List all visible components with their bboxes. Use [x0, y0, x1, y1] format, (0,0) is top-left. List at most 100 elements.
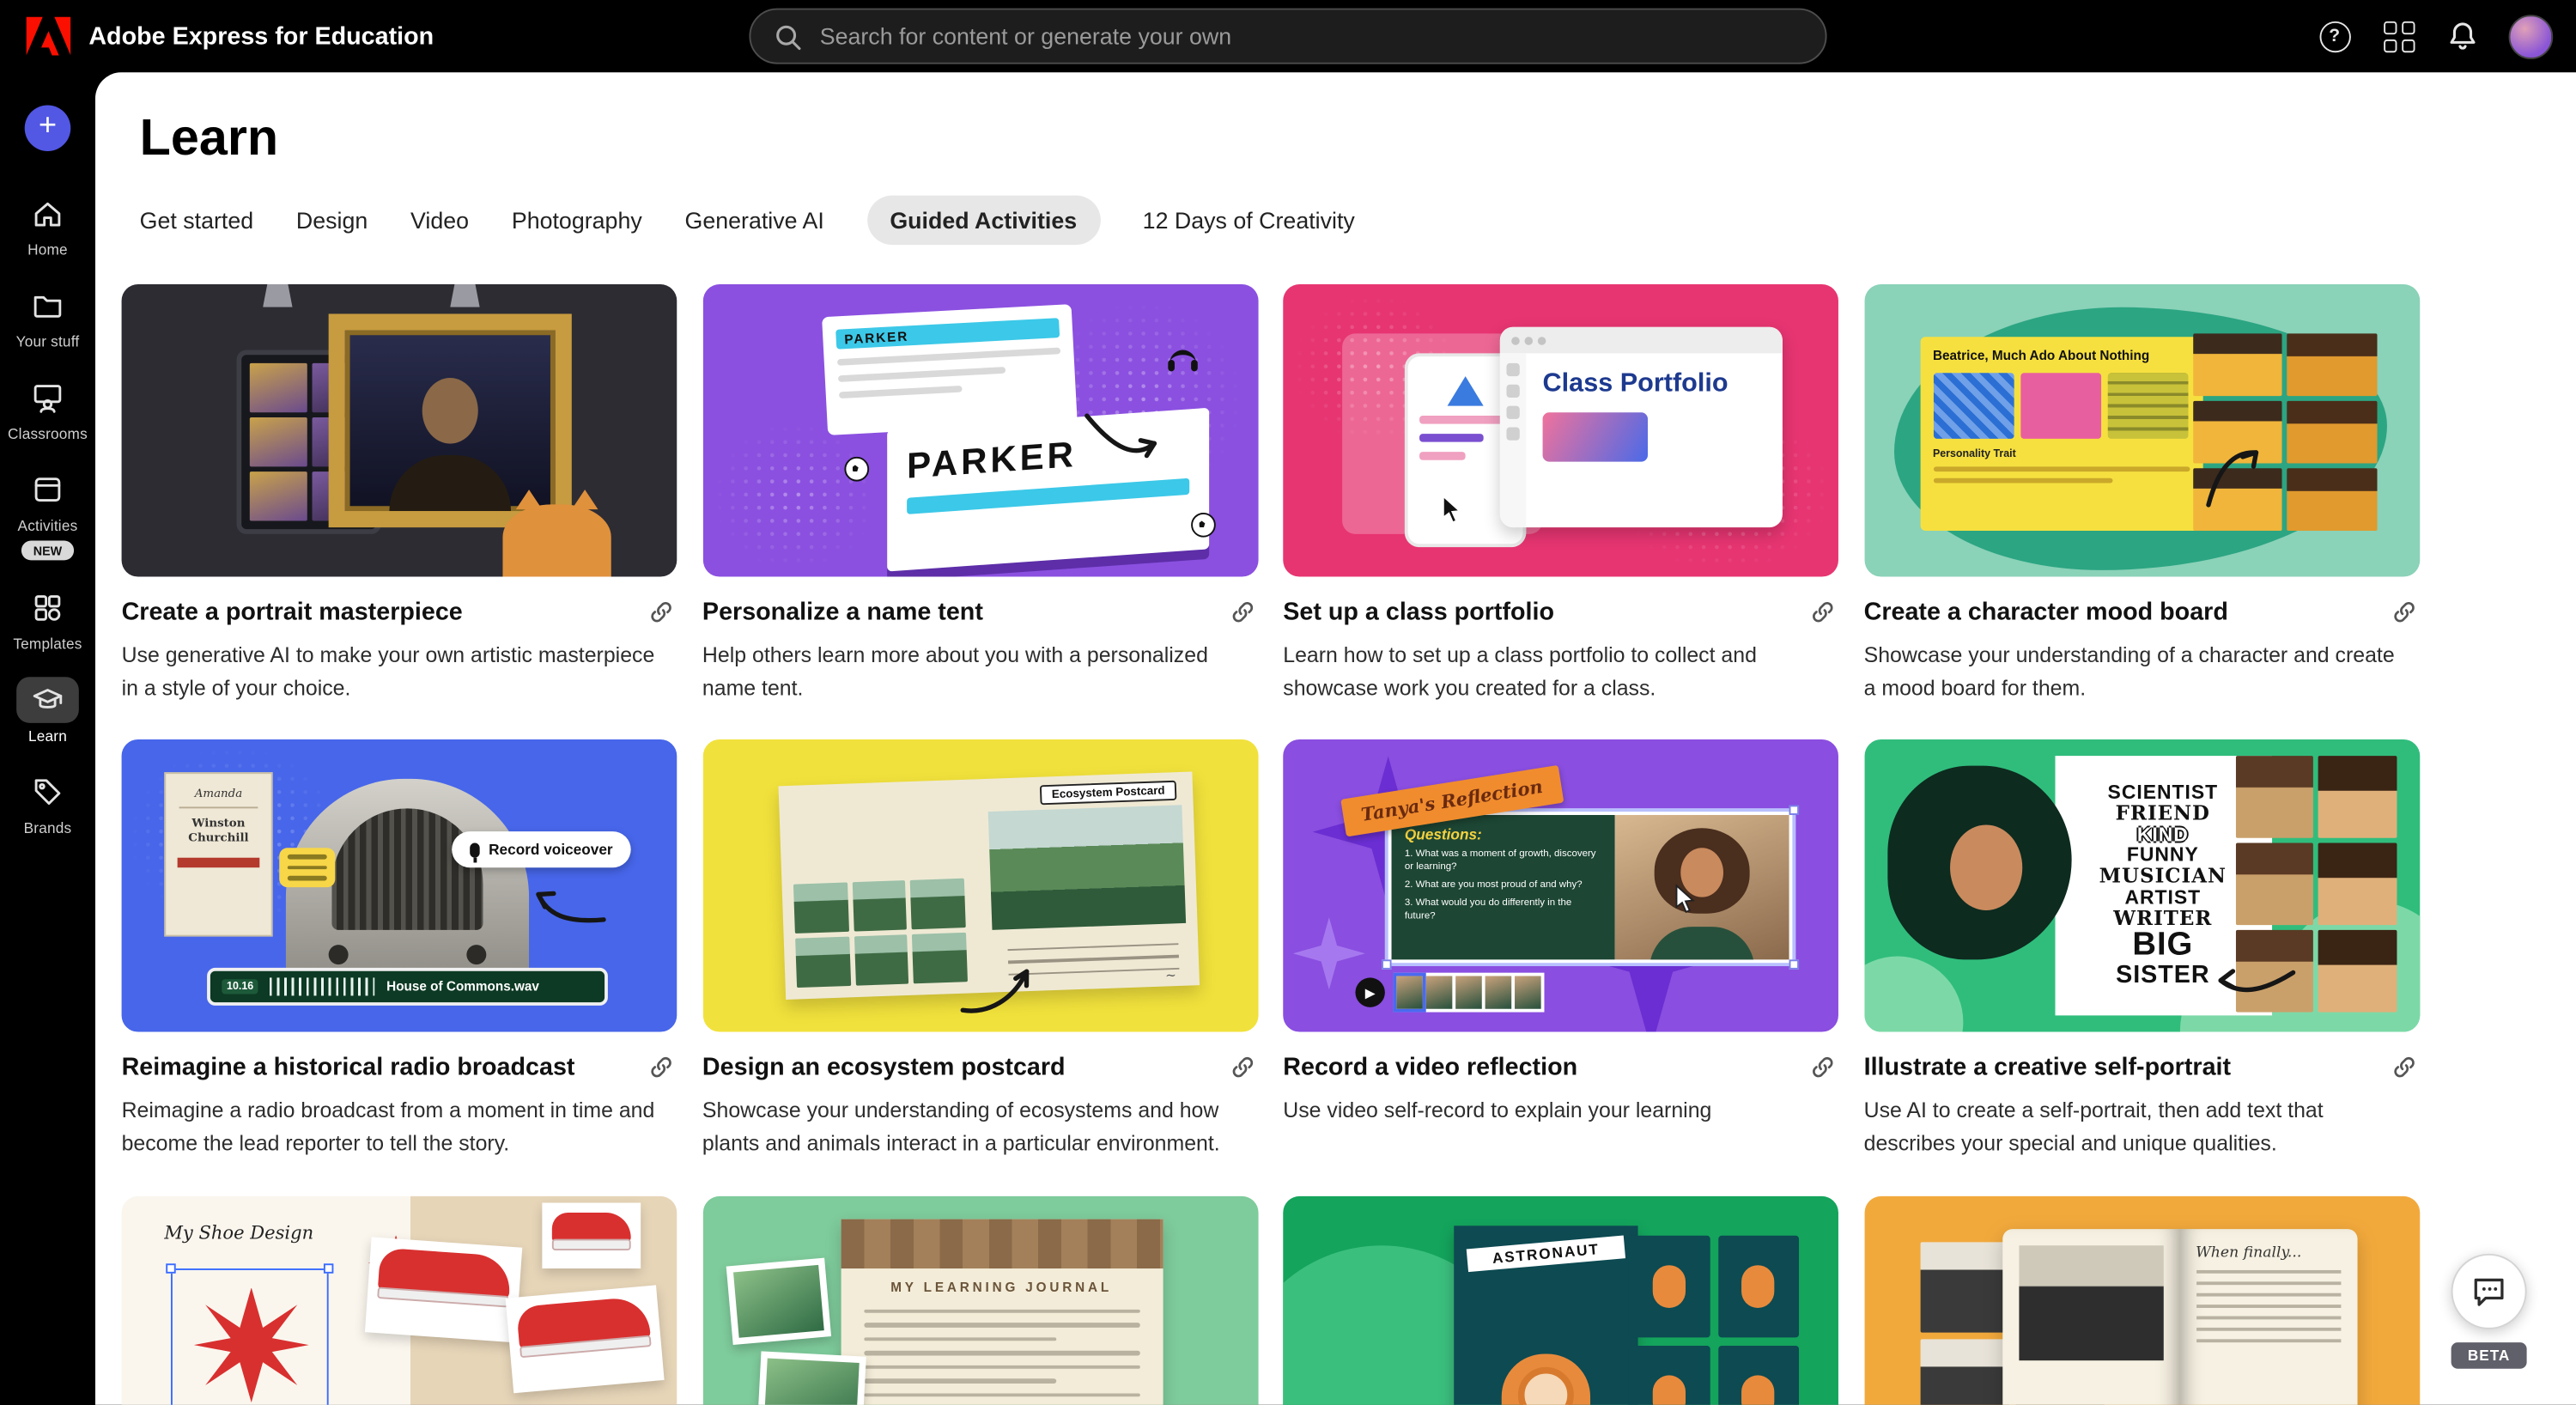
sidebar-item-activities[interactable]: Activities NEW [0, 466, 95, 560]
sidebar-item-learn[interactable]: Learn [0, 677, 95, 744]
sidebar-item-classrooms[interactable]: Classrooms [0, 374, 95, 441]
activities-icon [31, 473, 64, 506]
card-thumbnail[interactable]: ASTRONAUT [1283, 1195, 1838, 1405]
chat-button[interactable] [2451, 1254, 2527, 1329]
home-icon [31, 198, 64, 230]
card-title: Set up a class portfolio [1283, 598, 1554, 626]
card-thumbnail[interactable]: PARKER PARKER [702, 284, 1258, 577]
user-avatar[interactable] [2509, 14, 2554, 58]
search-icon [774, 22, 802, 51]
tab-photography[interactable]: Photography [512, 207, 642, 234]
card-title: Reimagine a historical radio broadcast [122, 1054, 575, 1082]
card-thumbnail[interactable]: Amanda Winston Churchill Record voiceove… [122, 740, 677, 1033]
category-tabs: Get started Design Video Photography Gen… [140, 196, 2576, 245]
card-shoe-design[interactable]: My Shoe Design [122, 1195, 677, 1405]
card-thumbnail[interactable]: Class Portfolio [1283, 284, 1838, 577]
name-card-flat: PARKER [821, 304, 1077, 435]
card-class-portfolio[interactable]: Class Portfolio Set up a class portfolio… [1283, 284, 1838, 705]
main-content: Learn Get started Design Video Photograp… [95, 72, 2576, 1405]
help-button[interactable]: ? [2317, 18, 2353, 54]
card-description: Showcase your understanding of ecosystem… [702, 1095, 1258, 1161]
sidebar-item-your-stuff[interactable]: Your stuff [0, 283, 95, 350]
photo-thumb [756, 1351, 866, 1405]
bell-icon [2446, 20, 2479, 52]
sidebar-item-templates[interactable]: Templates [0, 585, 95, 652]
card-ecosystem-postcard[interactable]: Ecosystem Postcard ~ Design an ecosystem… [702, 740, 1258, 1161]
tab-design[interactable]: Design [296, 207, 368, 234]
card-thumbnail[interactable]: My Shoe Design [122, 1195, 677, 1405]
link-icon[interactable] [2391, 599, 2416, 624]
audio-track: 10.16 House of Commons.wav [207, 968, 608, 1006]
brands-icon [31, 775, 64, 808]
create-new-button[interactable]: + [25, 105, 71, 151]
mood-board: Beatrice, Much Ado About Nothing Persona… [1920, 337, 2202, 531]
card-astronaut-poster[interactable]: ASTRONAUT [1283, 1195, 1838, 1405]
apps-button[interactable] [2380, 18, 2416, 54]
card-description: Reimagine a radio broadcast from a momen… [122, 1095, 677, 1161]
card-photo-story-book[interactable]: When finally... [1864, 1195, 2420, 1405]
chat-bubble-icon [2470, 1272, 2509, 1311]
card-thumbnail[interactable]: Beatrice, Much Ado About Nothing Persona… [1864, 284, 2420, 577]
card-description: Showcase your understanding of a charact… [1864, 639, 2420, 705]
search-input[interactable] [817, 21, 1802, 51]
soccer-ball-icon [1190, 513, 1215, 538]
new-badge: NEW [21, 540, 73, 560]
tab-12-days[interactable]: 12 Days of Creativity [1143, 207, 1355, 234]
app-title: Adobe Express for Education [88, 22, 434, 51]
sidebar-nav: Home Your stuff Classrooms Activities NE… [0, 191, 95, 836]
card-title: Create a portrait masterpiece [122, 598, 463, 626]
link-icon[interactable] [1810, 1055, 1835, 1080]
sidebar-item-home[interactable]: Home [0, 191, 95, 258]
movie-poster: ASTRONAUT [1454, 1225, 1637, 1404]
browser-mockup: Class Portfolio [1500, 327, 1783, 527]
help-icon: ? [2319, 21, 2350, 52]
landscape-photo [987, 806, 1185, 931]
search-bar[interactable] [749, 9, 1826, 64]
card-radio-broadcast[interactable]: Amanda Winston Churchill Record voiceove… [122, 740, 677, 1161]
selection-box [171, 1268, 329, 1405]
cat-illustration [502, 504, 611, 576]
questions-panel: Questions: 1. What was a moment of growt… [1392, 816, 1614, 960]
tab-guided-activities[interactable]: Guided Activities [867, 196, 1100, 245]
card-description: Help others learn more about you with a … [702, 639, 1258, 705]
card-title: Illustrate a creative self-portrait [1864, 1054, 2231, 1082]
app-window: Adobe Express for Education ? + [0, 0, 2576, 1405]
broadcast-card: Amanda Winston Churchill [164, 773, 272, 937]
card-portrait-masterpiece[interactable]: Create a portrait masterpiece Use genera… [122, 284, 677, 705]
card-thumbnail[interactable] [122, 284, 677, 577]
sidebar-item-brands[interactable]: Brands [0, 769, 95, 836]
card-thumbnail[interactable]: MY LEARNING JOURNAL [702, 1195, 1258, 1405]
card-character-mood-board[interactable]: Beatrice, Much Ado About Nothing Persona… [1864, 284, 2420, 705]
card-creative-self-portrait[interactable]: SCIENTIST FRIEND KIND FUNNY MUSICIAN ART… [1864, 740, 2420, 1161]
card-learning-journal[interactable]: MY LEARNING JOURNAL [702, 1195, 1258, 1405]
card-description: Learn how to set up a class portfolio to… [1283, 639, 1838, 705]
sneaker-photo [542, 1202, 641, 1268]
card-thumbnail[interactable]: SCIENTIST FRIEND KIND FUNNY MUSICIAN ART… [1864, 740, 2420, 1033]
card-name-tent[interactable]: PARKER PARKER Personalize a name tent [702, 284, 1258, 705]
link-icon[interactable] [1230, 599, 1255, 624]
tab-get-started[interactable]: Get started [140, 207, 254, 234]
card-title: Record a video reflection [1283, 1054, 1577, 1082]
card-thumbnail[interactable]: Tanya's Reflection Questions: 1. What wa… [1283, 740, 1838, 1033]
card-video-reflection[interactable]: Tanya's Reflection Questions: 1. What wa… [1283, 740, 1838, 1161]
card-thumbnail[interactable]: Ecosystem Postcard ~ [702, 740, 1258, 1033]
script-caption: My Shoe Design [164, 1222, 313, 1244]
link-icon[interactable] [1230, 1055, 1255, 1080]
link-icon[interactable] [649, 599, 674, 624]
link-icon[interactable] [1810, 599, 1835, 624]
beta-badge: BETA [2451, 1342, 2527, 1369]
feedback-fab: BETA [2451, 1254, 2527, 1369]
page-title: Learn [140, 108, 2576, 167]
notifications-button[interactable] [2445, 18, 2481, 54]
card-thumbnail[interactable]: When finally... [1864, 1195, 2420, 1405]
tab-generative-ai[interactable]: Generative AI [685, 207, 824, 234]
adobe-logo-icon [27, 16, 71, 56]
soccer-ball-icon [843, 457, 868, 482]
poster-grid [1628, 1235, 1799, 1405]
speech-bubble [279, 848, 335, 888]
link-icon[interactable] [2391, 1055, 2416, 1080]
tab-video[interactable]: Video [410, 207, 469, 234]
record-voiceover-chip: Record voiceover [453, 832, 631, 868]
link-icon[interactable] [649, 1055, 674, 1080]
learn-icon [31, 684, 64, 716]
